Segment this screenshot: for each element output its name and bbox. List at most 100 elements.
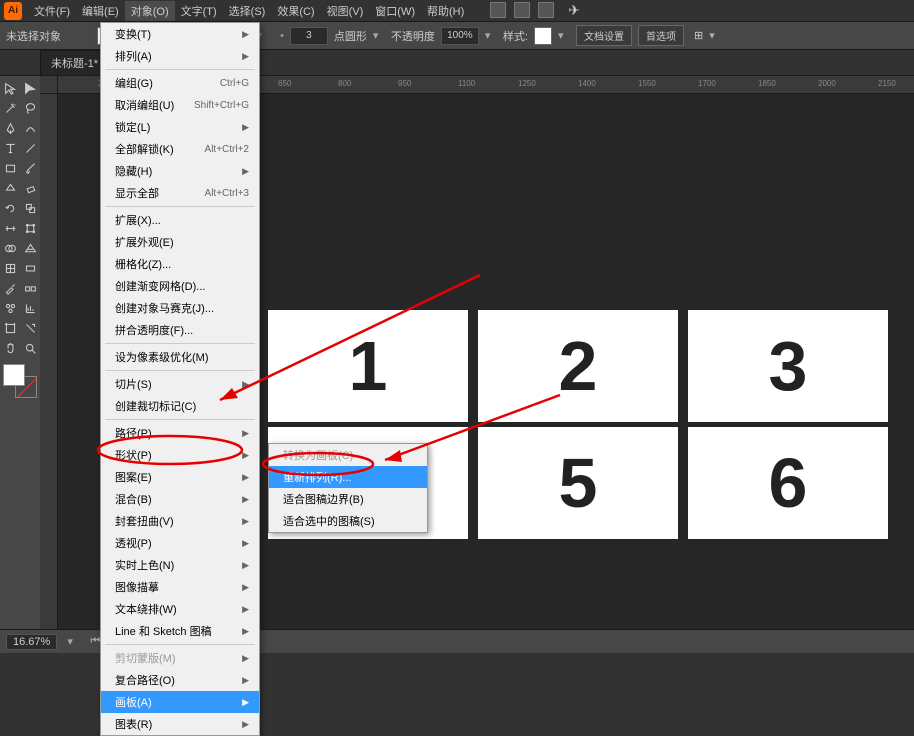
dropdown-icon[interactable]: ▾ [485,29,497,42]
menu-item[interactable]: 变换(T)▶ [101,23,259,45]
prefs-button[interactable]: 首选项 [638,25,684,46]
menu-item[interactable]: 图表(R)▶ [101,713,259,735]
selection-tool[interactable] [1,79,20,98]
artboard-5[interactable]: 5 [478,427,678,539]
artboard-2[interactable]: 2 [478,310,678,422]
width-tool[interactable] [1,219,20,238]
shaper-tool[interactable] [1,179,20,198]
menu-item[interactable]: 创建渐变网格(D)... [101,275,259,297]
menu-item[interactable]: 复合路径(O)▶ [101,669,259,691]
curvature-tool[interactable] [21,119,40,138]
scale-tool[interactable] [21,199,40,218]
menu-item[interactable]: 适合选中的图稿(S) [269,510,427,532]
style-swatch[interactable] [534,27,552,45]
ruler-origin[interactable] [40,76,58,94]
menu-对象(O)[interactable]: 对象(O) [125,1,175,21]
zoom-level[interactable]: 16.67% [6,634,57,650]
perspective-tool[interactable] [21,239,40,258]
point-label: 点圆形 [334,28,367,44]
menu-item[interactable]: 实时上色(N)▶ [101,554,259,576]
menu-item[interactable]: 形状(P)▶ [101,444,259,466]
menu-item[interactable]: 路径(P)▶ [101,422,259,444]
align-icon[interactable]: ⊞ [694,29,703,42]
menu-窗口(W)[interactable]: 窗口(W) [369,1,421,21]
doc-setup-button[interactable]: 文档设置 [576,25,632,46]
rotate-tool[interactable] [1,199,20,218]
menu-item[interactable]: 编组(G)Ctrl+G [101,72,259,94]
menu-item[interactable]: 拼合透明度(F)... [101,319,259,341]
menu-item[interactable]: 图案(E)▶ [101,466,259,488]
point-value-input[interactable] [290,27,328,45]
menu-文件(F)[interactable]: 文件(F) [28,1,76,21]
artboard-tool[interactable] [1,319,20,338]
menu-item[interactable]: 取消编组(U)Shift+Ctrl+G [101,94,259,116]
dropdown-icon[interactable]: ▾ [67,635,79,648]
menu-item[interactable]: 图像描摹▶ [101,576,259,598]
free-transform-tool[interactable] [21,219,40,238]
gradient-tool[interactable] [21,259,40,278]
fill-stroke-swatch[interactable] [3,364,37,398]
rectangle-tool[interactable] [1,159,20,178]
graph-tool[interactable] [21,299,40,318]
menu-item[interactable]: 栅格化(Z)... [101,253,259,275]
menu-item: 转换为画板(C) [269,444,427,466]
type-tool[interactable] [1,139,20,158]
menu-item[interactable]: 创建裁切标记(C) [101,395,259,417]
menu-item[interactable]: 扩展(X)... [101,209,259,231]
menu-帮助(H)[interactable]: 帮助(H) [421,1,470,21]
menu-item[interactable]: 锁定(L)▶ [101,116,259,138]
menubar-icon[interactable] [538,2,554,18]
hand-tool[interactable] [1,339,20,358]
direct-select-tool[interactable] [21,79,40,98]
dropdown-icon[interactable]: ▾ [709,29,721,42]
menu-item[interactable]: 封套扭曲(V)▶ [101,510,259,532]
shape-builder-tool[interactable] [1,239,20,258]
lasso-tool[interactable] [21,99,40,118]
dropdown-icon[interactable]: ▾ [558,29,570,42]
brush-tool[interactable] [21,159,40,178]
slice-tool[interactable] [21,319,40,338]
opacity-input[interactable] [441,27,479,45]
pen-tool[interactable] [1,119,20,138]
menu-item[interactable]: 设为像素级优化(M) [101,346,259,368]
menu-效果(C)[interactable]: 效果(C) [271,1,320,21]
menu-编辑(E)[interactable]: 编辑(E) [76,1,125,21]
menubar-icon[interactable] [490,2,506,18]
menu-item[interactable]: 全部解锁(K)Alt+Ctrl+2 [101,138,259,160]
menu-item[interactable]: 文本绕排(W)▶ [101,598,259,620]
menu-item[interactable]: 扩展外观(E) [101,231,259,253]
wand-tool[interactable] [1,99,20,118]
line-tool[interactable] [21,139,40,158]
menu-item-label: 混合(B) [115,491,152,507]
menu-item-label: 扩展(X)... [115,212,161,228]
artboard-1[interactable]: 1 [268,310,468,422]
symbol-tool[interactable] [1,299,20,318]
menu-item[interactable]: 隐藏(H)▶ [101,160,259,182]
menu-item[interactable]: 混合(B)▶ [101,488,259,510]
menu-选择(S)[interactable]: 选择(S) [223,1,272,21]
dropdown-icon[interactable]: ▾ [373,29,385,42]
eyedropper-tool[interactable] [1,279,20,298]
eraser-tool[interactable] [21,179,40,198]
mesh-tool[interactable] [1,259,20,278]
send-icon[interactable]: ✈ [568,2,580,19]
zoom-tool[interactable] [21,339,40,358]
menu-item[interactable]: 透视(P)▶ [101,532,259,554]
menu-item[interactable]: 创建对象马赛克(J)... [101,297,259,319]
menu-item[interactable]: 重新排列(R)... [269,466,427,488]
menu-item[interactable]: 画板(A)▶ [101,691,259,713]
menu-item[interactable]: 排列(A)▶ [101,45,259,67]
artboard-3[interactable]: 3 [688,310,888,422]
ruler-mark: 2150 [878,79,896,88]
artboard-6[interactable]: 6 [688,427,888,539]
menu-item[interactable]: 切片(S)▶ [101,373,259,395]
menu-item: 剪切蒙版(M)▶ [101,647,259,669]
menu-item[interactable]: 适合图稿边界(B) [269,488,427,510]
menu-item[interactable]: 显示全部Alt+Ctrl+3 [101,182,259,204]
menubar-icon[interactable] [514,2,530,18]
menu-item-label: 切片(S) [115,376,152,392]
menu-item[interactable]: Line 和 Sketch 图稿▶ [101,620,259,642]
blend-tool[interactable] [21,279,40,298]
menu-视图(V)[interactable]: 视图(V) [321,1,370,21]
menu-文字(T)[interactable]: 文字(T) [175,1,223,21]
